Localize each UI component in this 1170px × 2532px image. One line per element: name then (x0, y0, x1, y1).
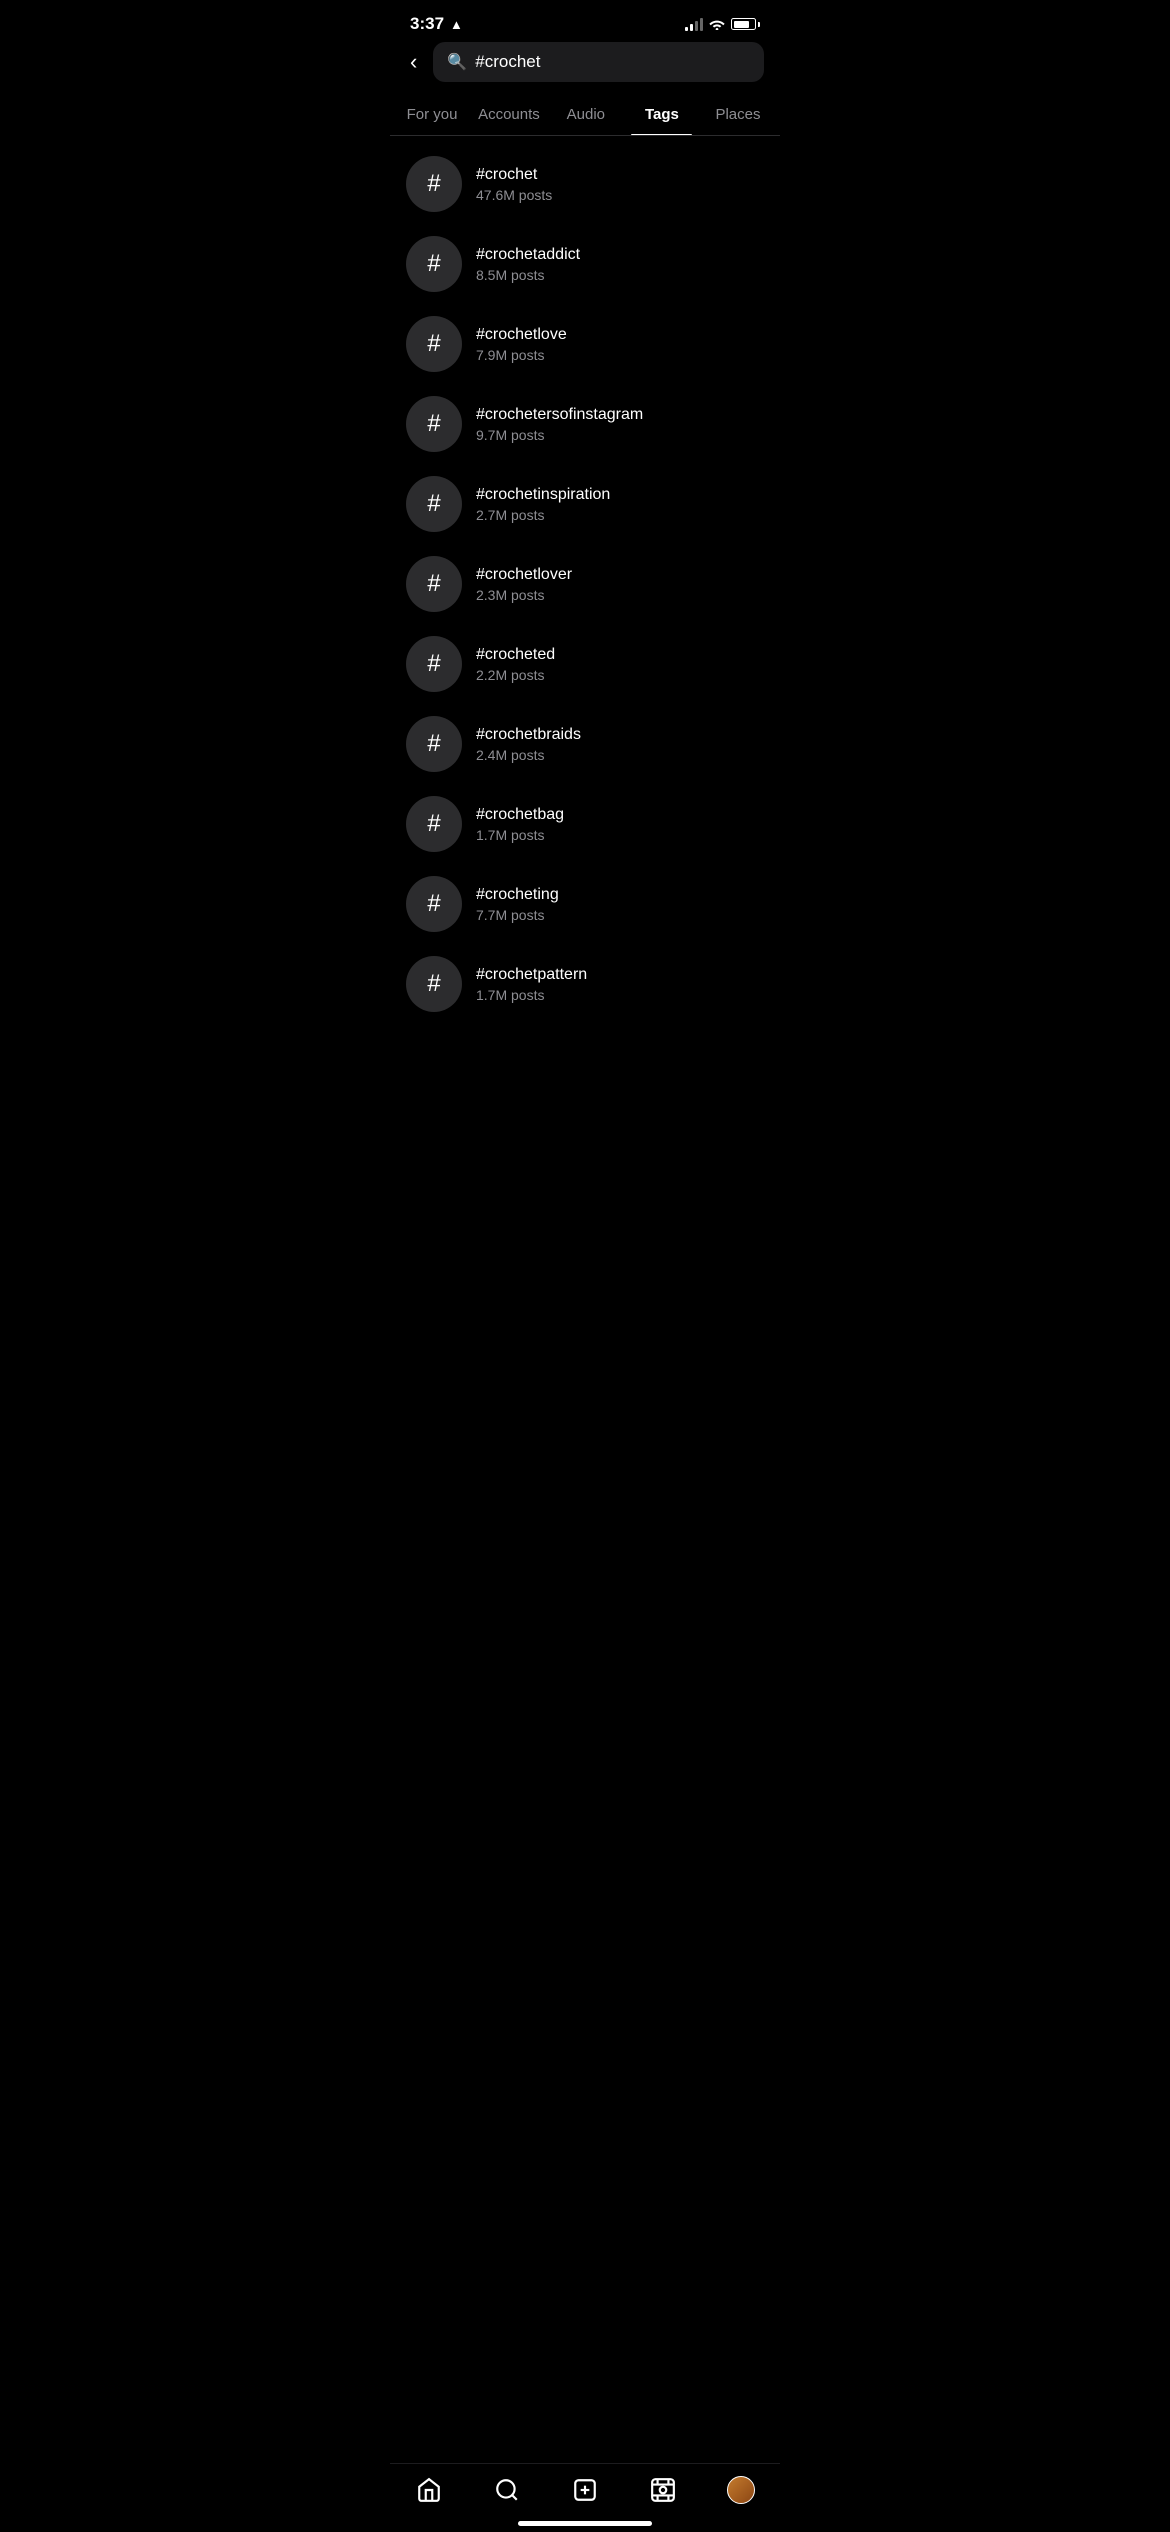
tag-avatar: # (406, 316, 462, 372)
tag-info: #crochet 47.6M posts (476, 166, 552, 203)
tag-name: #crochetbag (476, 806, 564, 824)
tag-info: #crochetinspiration 2.7M posts (476, 486, 610, 523)
tags-list: # #crochet 47.6M posts # #crochetaddict … (390, 136, 780, 1032)
tag-avatar: # (406, 156, 462, 212)
profile-avatar (727, 2476, 755, 2504)
hash-icon: # (427, 890, 440, 918)
tag-list-item[interactable]: # #crochetersofinstagram 9.7M posts (390, 384, 780, 464)
tag-count: 1.7M posts (476, 987, 587, 1003)
status-icons (685, 17, 760, 31)
tag-avatar: # (406, 716, 462, 772)
hash-icon: # (427, 810, 440, 838)
wifi-icon (709, 18, 725, 30)
tag-avatar: # (406, 796, 462, 852)
tag-name: #crocheted (476, 646, 555, 664)
tag-avatar: # (406, 236, 462, 292)
tag-list-item[interactable]: # #crochetinspiration 2.7M posts (390, 464, 780, 544)
search-container: ‹ 🔍 #crochet (390, 42, 780, 94)
tag-avatar: # (406, 396, 462, 452)
tag-name: #crochetinspiration (476, 486, 610, 504)
tab-for-you[interactable]: For you (394, 94, 470, 135)
signal-icon (685, 17, 703, 31)
nav-home[interactable] (399, 2472, 459, 2508)
nav-search[interactable] (477, 2472, 537, 2508)
tag-info: #crochetlover 2.3M posts (476, 566, 572, 603)
hash-icon: # (427, 730, 440, 758)
tag-avatar: # (406, 956, 462, 1012)
tag-name: #crochetaddict (476, 246, 580, 264)
home-icon (415, 2476, 443, 2504)
back-button[interactable]: ‹ (406, 47, 421, 77)
tag-count: 9.7M posts (476, 427, 643, 443)
tag-info: #crochetersofinstagram 9.7M posts (476, 406, 643, 443)
hash-icon: # (427, 250, 440, 278)
tag-info: #crochetaddict 8.5M posts (476, 246, 580, 283)
tag-name: #crochetpattern (476, 966, 587, 984)
tag-name: #crocheting (476, 886, 559, 904)
search-nav-icon (493, 2476, 521, 2504)
tag-count: 47.6M posts (476, 187, 552, 203)
search-icon: 🔍 (447, 52, 467, 72)
tag-count: 7.7M posts (476, 907, 559, 923)
hash-icon: # (427, 490, 440, 518)
tag-info: #crochetbraids 2.4M posts (476, 726, 581, 763)
tag-name: #crochet (476, 166, 552, 184)
hash-icon: # (427, 170, 440, 198)
reels-icon (649, 2476, 677, 2504)
tag-info: #crochetbag 1.7M posts (476, 806, 564, 843)
tag-count: 2.4M posts (476, 747, 581, 763)
hash-icon: # (427, 970, 440, 998)
search-query: #crochet (475, 52, 540, 72)
nav-add[interactable] (555, 2472, 615, 2508)
tag-name: #crochetlove (476, 326, 567, 344)
nav-reels[interactable] (633, 2472, 693, 2508)
search-tabs: For you Accounts Audio Tags Places (390, 94, 780, 136)
hash-icon: # (427, 650, 440, 678)
tag-list-item[interactable]: # #crochetlover 2.3M posts (390, 544, 780, 624)
tag-list-item[interactable]: # #crochetbag 1.7M posts (390, 784, 780, 864)
tab-accounts[interactable]: Accounts (470, 94, 548, 135)
tag-list-item[interactable]: # #crochetpattern 1.7M posts (390, 944, 780, 1024)
tag-info: #crochetlove 7.9M posts (476, 326, 567, 363)
tag-avatar: # (406, 636, 462, 692)
tag-count: 2.3M posts (476, 587, 572, 603)
tag-avatar: # (406, 876, 462, 932)
tag-list-item[interactable]: # #crochetaddict 8.5M posts (390, 224, 780, 304)
tag-count: 2.7M posts (476, 507, 610, 523)
tag-count: 7.9M posts (476, 347, 567, 363)
home-bar (518, 2521, 652, 2526)
tag-avatar: # (406, 476, 462, 532)
tag-info: #crochetpattern 1.7M posts (476, 966, 587, 1003)
tag-avatar: # (406, 556, 462, 612)
tag-list-item[interactable]: # #crochetlove 7.9M posts (390, 304, 780, 384)
tag-count: 8.5M posts (476, 267, 580, 283)
battery-icon (731, 18, 760, 30)
add-icon (571, 2476, 599, 2504)
tag-list-item[interactable]: # #crochet 47.6M posts (390, 144, 780, 224)
tag-count: 1.7M posts (476, 827, 564, 843)
tag-name: #crochetbraids (476, 726, 581, 744)
tag-info: #crocheting 7.7M posts (476, 886, 559, 923)
tag-list-item[interactable]: # #crocheted 2.2M posts (390, 624, 780, 704)
tag-count: 2.2M posts (476, 667, 555, 683)
status-bar: 3:37 ▲ (390, 0, 780, 42)
status-time: 3:37 ▲ (410, 14, 463, 34)
location-icon: ▲ (450, 17, 463, 32)
hash-icon: # (427, 330, 440, 358)
tab-audio[interactable]: Audio (548, 94, 624, 135)
hash-icon: # (427, 410, 440, 438)
tag-name: #crochetersofinstagram (476, 406, 643, 424)
nav-profile[interactable] (711, 2472, 771, 2508)
search-bar[interactable]: 🔍 #crochet (433, 42, 764, 82)
tag-list-item[interactable]: # #crocheting 7.7M posts (390, 864, 780, 944)
tag-name: #crochetlover (476, 566, 572, 584)
tab-places[interactable]: Places (700, 94, 776, 135)
hash-icon: # (427, 570, 440, 598)
tag-list-item[interactable]: # #crochetbraids 2.4M posts (390, 704, 780, 784)
tag-info: #crocheted 2.2M posts (476, 646, 555, 683)
tab-tags[interactable]: Tags (624, 94, 700, 135)
